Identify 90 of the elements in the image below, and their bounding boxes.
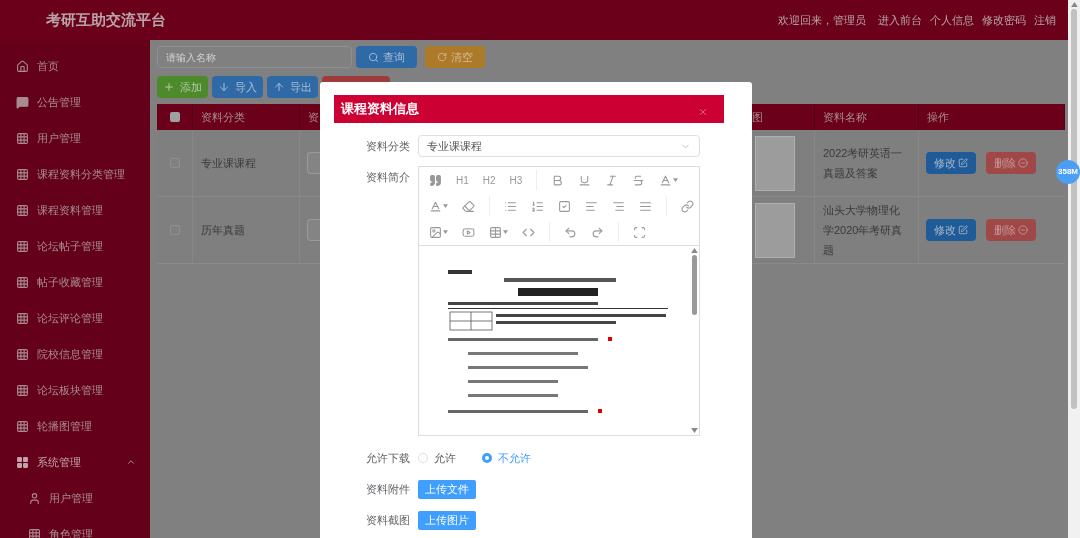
font-color-icon[interactable]	[659, 172, 679, 188]
header-link[interactable]: 进入前台	[878, 11, 922, 29]
heading-tool[interactable]: H3	[509, 172, 523, 188]
welcome-text: 欢迎回来，管理员	[778, 12, 866, 28]
field-label: 资料附件	[365, 481, 411, 497]
radio-option[interactable]: 允许	[418, 449, 456, 467]
upload-button[interactable]: 上传文件	[418, 479, 476, 499]
column-header: 资料名称	[823, 109, 867, 125]
edit-button[interactable]: 修改	[926, 152, 976, 174]
document-thumbnail	[755, 135, 795, 191]
edit-icon	[958, 158, 968, 168]
radio-option[interactable]: 不允许	[482, 449, 531, 467]
arrow-down-icon	[218, 81, 230, 93]
document-thumbnail	[755, 202, 795, 258]
heading-tool[interactable]: H1	[456, 172, 469, 188]
eraser-icon[interactable]	[462, 198, 475, 214]
grid-icon	[16, 167, 29, 181]
grid-icon	[16, 311, 29, 325]
reset-icon	[437, 52, 447, 62]
grid-icon	[16, 419, 29, 433]
close-icon[interactable]	[698, 107, 708, 117]
sidebar-item[interactable]: 系统管理	[0, 444, 150, 480]
sidebar-item[interactable]: 用户管理	[0, 120, 150, 156]
sidebar-item[interactable]: 课程资料管理	[0, 192, 150, 228]
sidebar-item[interactable]: 论坛帖子管理	[0, 228, 150, 264]
category-select[interactable]: 专业课课程	[418, 135, 700, 157]
grid-icon	[16, 455, 29, 469]
user-icon	[28, 491, 41, 505]
plus-icon	[163, 81, 175, 93]
delete-button[interactable]: 删除	[986, 219, 1036, 241]
scrollbar-thumb	[691, 255, 697, 315]
table-icon[interactable]	[489, 224, 508, 240]
sidebar-item[interactable]: 论坛板块管理	[0, 372, 150, 408]
minus-circle-icon	[1018, 158, 1028, 168]
content-field	[307, 219, 320, 241]
search-button[interactable]: 查询	[356, 46, 417, 68]
search-icon	[368, 51, 379, 63]
heading-tool[interactable]: H2	[482, 172, 496, 188]
sidebar-item[interactable]: 院校信息管理	[0, 336, 150, 372]
header-link[interactable]: 注销	[1034, 11, 1056, 29]
sidebar-subitem[interactable]: 用户管理	[0, 480, 150, 516]
sidebar-item[interactable]: 帖子收藏管理	[0, 264, 150, 300]
column-header: 图	[752, 109, 763, 125]
edit-button[interactable]: 修改	[926, 219, 976, 241]
site-title: 考研互助交流平台	[46, 9, 166, 30]
scroll-up-icon	[690, 248, 698, 253]
minus-circle-icon	[1018, 225, 1028, 235]
import-button[interactable]: 导入	[212, 76, 263, 98]
fullscreen-icon[interactable]	[633, 224, 646, 240]
add-button[interactable]: 添加	[157, 76, 208, 98]
field-label: 资料截图	[365, 512, 411, 528]
field-label: 资料分类	[365, 139, 411, 154]
delete-button[interactable]: 删除	[986, 152, 1036, 174]
grid-icon	[16, 239, 29, 253]
dialog-title: 课程资料信息	[341, 100, 419, 119]
column-header: 资料分类	[201, 109, 245, 125]
grid-icon	[16, 347, 29, 361]
home-icon	[16, 59, 29, 73]
header-link[interactable]: 修改密码	[982, 11, 1026, 29]
field-label: 允许下载	[365, 450, 411, 466]
chat-icon	[16, 95, 29, 109]
header-link[interactable]: 个人信息	[930, 11, 974, 29]
sidebar-item[interactable]: 轮播图管理	[0, 408, 150, 444]
column-header: 资	[308, 109, 319, 125]
field-label: 资料简介	[365, 170, 411, 185]
grid-icon	[28, 527, 41, 538]
image-icon[interactable]	[429, 224, 448, 240]
edit-icon	[958, 225, 968, 235]
column-header: 操作	[927, 109, 949, 125]
grid-icon	[16, 383, 29, 397]
grid-icon	[16, 131, 29, 145]
sidebar-item[interactable]: 首页	[0, 48, 150, 84]
select-all-checkbox[interactable]	[169, 112, 180, 122]
grid-icon	[16, 275, 29, 289]
quote-icon[interactable]	[429, 172, 442, 188]
scroll-up-icon	[1070, 2, 1078, 7]
scroll-down-icon	[690, 428, 698, 433]
sidebar-item[interactable]: 论坛评论管理	[0, 300, 150, 336]
content-field	[307, 152, 320, 174]
grid-icon	[16, 203, 29, 217]
sidebar-item[interactable]: 公告管理	[0, 84, 150, 120]
background-color-icon[interactable]	[429, 198, 448, 214]
name-search-field[interactable]: 请输入名称	[157, 46, 352, 68]
upload-button[interactable]: 上传图片	[418, 510, 476, 530]
arrow-up-icon	[273, 81, 285, 93]
table-cell-text: 专业课课程	[201, 155, 256, 171]
checkbox-icon[interactable]	[558, 198, 571, 214]
export-button[interactable]: 导出	[267, 76, 318, 98]
sidebar-item[interactable]: 课程资料分类管理	[0, 156, 150, 192]
link-icon[interactable]	[681, 198, 694, 214]
